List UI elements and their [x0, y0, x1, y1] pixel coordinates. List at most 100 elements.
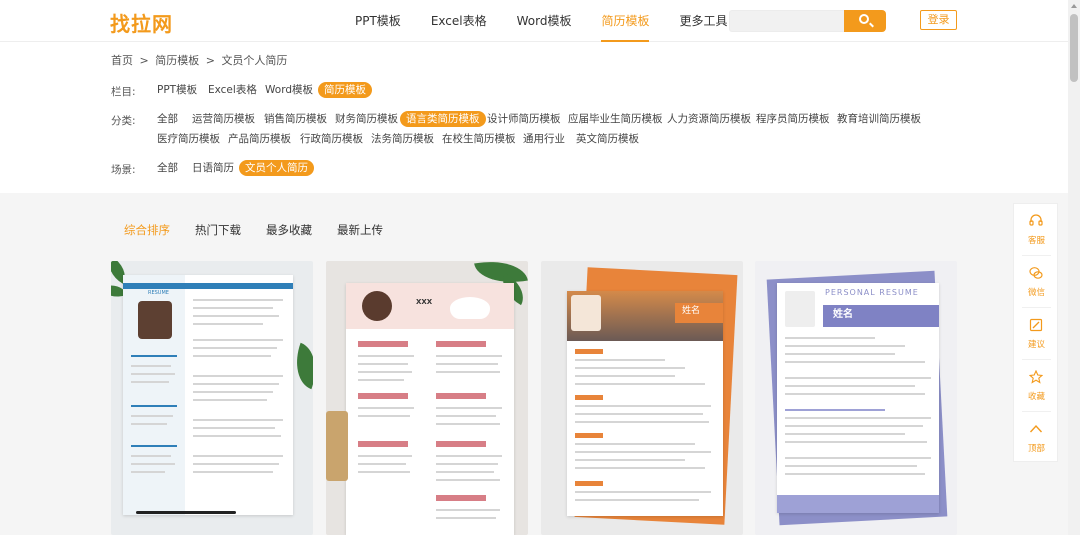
breadcrumb-resume-templates[interactable]: 简历模板	[155, 54, 199, 67]
text-line	[193, 347, 277, 349]
text-line	[193, 383, 279, 385]
filter-category-graduate[interactable]: 应届毕业生简历模板	[562, 111, 669, 127]
text-line	[131, 415, 173, 417]
filter-category-programmer[interactable]: 程序员简历模板	[750, 111, 836, 127]
text-line	[358, 415, 410, 417]
filter-category-general[interactable]: 通用行业	[517, 131, 571, 147]
sort-tab-hot-downloads[interactable]: 热门下载	[195, 222, 241, 238]
filter-column-word[interactable]: Word模板	[259, 82, 319, 98]
filter-category-admin[interactable]: 行政简历模板	[294, 131, 369, 147]
text-line	[193, 419, 283, 421]
nav-item-ppt[interactable]: PPT模板	[340, 0, 416, 42]
site-logo[interactable]: 找拉网	[110, 8, 173, 37]
filter-category-english[interactable]: 英文简历模板	[570, 131, 645, 147]
filter-scene-label: 场景:	[111, 164, 136, 176]
resume-top-band	[123, 283, 293, 289]
resume-preview-sheet: 姓名	[567, 291, 723, 516]
text-line	[131, 405, 177, 407]
filter-category-designer[interactable]: 设计师简历模板	[481, 111, 567, 127]
text-line	[131, 445, 177, 447]
template-card[interactable]: PERSONAL RESUME 姓名	[755, 261, 957, 535]
template-card[interactable]: 姓名	[541, 261, 743, 535]
section-heading-bar	[358, 441, 408, 447]
resume-photo	[571, 295, 601, 331]
text-line	[131, 381, 169, 383]
resume-photo	[138, 301, 172, 339]
scroll-up-arrow-icon[interactable]	[1071, 4, 1077, 8]
side-tool-customer-service[interactable]: 客服	[1014, 204, 1059, 255]
side-tool-back-to-top[interactable]: 顶部	[1014, 412, 1059, 463]
filter-column-ppt[interactable]: PPT模板	[151, 82, 203, 98]
text-line	[193, 355, 271, 357]
section-heading-bar	[575, 349, 603, 354]
template-card[interactable]: RESUME	[111, 261, 313, 535]
text-line	[785, 457, 931, 459]
filter-category-language[interactable]: 语言类简历模板	[400, 111, 486, 127]
text-line	[436, 509, 500, 511]
filter-scene-japanese[interactable]: 日语简历	[186, 160, 240, 176]
text-line	[436, 371, 500, 373]
side-toolbar: 客服 微信 建议 收藏 顶部	[1013, 203, 1058, 462]
filter-category-operations[interactable]: 运营简历模板	[186, 111, 261, 127]
page-scrollbar[interactable]	[1068, 0, 1080, 535]
text-line	[436, 363, 498, 365]
filter-scene-clerk[interactable]: 文员个人简历	[239, 160, 314, 176]
text-line	[131, 423, 167, 425]
side-tool-wechat[interactable]: 微信	[1014, 256, 1059, 307]
text-line	[436, 479, 500, 481]
filter-category-legal[interactable]: 法务简历模板	[365, 131, 440, 147]
nav-item-excel[interactable]: Excel表格	[416, 0, 502, 42]
filter-category-row: 分类: 全部 运营简历模板 销售简历模板 财务简历模板 语言类简历模板 设计师简…	[111, 111, 941, 147]
filter-category-hr[interactable]: 人力资源简历模板	[661, 111, 757, 127]
filter-category-all[interactable]: 全部	[151, 111, 184, 127]
filter-column-resume[interactable]: 简历模板	[318, 82, 372, 98]
text-line	[131, 471, 165, 473]
text-line	[575, 375, 675, 377]
filter-category-student[interactable]: 在校生简历模板	[436, 131, 522, 147]
breadcrumb-home[interactable]: 首页	[111, 54, 133, 67]
side-tool-feedback[interactable]: 建议	[1014, 308, 1059, 359]
search-box	[729, 10, 886, 32]
text-line	[193, 471, 273, 473]
filter-column-excel[interactable]: Excel表格	[202, 82, 263, 98]
text-line	[193, 339, 283, 341]
section-heading-bar	[436, 441, 486, 447]
text-line	[193, 375, 283, 377]
side-tool-favorite[interactable]: 收藏	[1014, 360, 1059, 411]
coffee-cup-decoration	[450, 297, 490, 319]
resume-headline: XXX	[416, 298, 433, 306]
text-line	[575, 421, 709, 423]
section-heading-bar	[575, 433, 603, 438]
filter-category-medical[interactable]: 医疗简历模板	[151, 131, 226, 147]
text-line	[785, 465, 917, 467]
text-line	[436, 455, 502, 457]
filter-category-product[interactable]: 产品简历模板	[222, 131, 297, 147]
text-line	[785, 337, 875, 339]
section-heading-bar	[358, 393, 408, 399]
text-line	[358, 455, 412, 457]
sort-tab-most-favorites[interactable]: 最多收藏	[266, 222, 312, 238]
filter-scene-all[interactable]: 全部	[151, 160, 184, 176]
template-card[interactable]: XXX	[326, 261, 528, 535]
filter-category-finance[interactable]: 财务简历模板	[329, 111, 404, 127]
filter-category-education[interactable]: 教育培训简历模板	[831, 111, 927, 127]
side-tool-label: 微信	[1027, 288, 1045, 298]
text-line	[785, 385, 915, 387]
scrollbar-thumb[interactable]	[1070, 14, 1078, 82]
text-line	[575, 467, 705, 469]
text-line	[785, 345, 905, 347]
sort-tab-newest[interactable]: 最新上传	[337, 222, 383, 238]
nav-item-resume[interactable]: 简历模板	[586, 0, 664, 42]
sort-tab-comprehensive[interactable]: 综合排序	[124, 222, 170, 238]
pen-decoration	[136, 511, 236, 514]
resume-preview-sheet: PERSONAL RESUME 姓名	[777, 283, 939, 513]
text-line	[193, 315, 279, 317]
login-button[interactable]: 登录	[920, 10, 957, 30]
main-nav: PPT模板 Excel表格 Word模板 简历模板 更多工具	[340, 0, 754, 42]
search-input[interactable]	[729, 10, 844, 32]
filter-category-sales[interactable]: 销售简历模板	[258, 111, 333, 127]
filter-column-label: 栏目:	[111, 86, 136, 98]
nav-item-word[interactable]: Word模板	[502, 0, 587, 42]
search-button[interactable]	[844, 10, 886, 32]
star-icon	[1029, 370, 1043, 384]
